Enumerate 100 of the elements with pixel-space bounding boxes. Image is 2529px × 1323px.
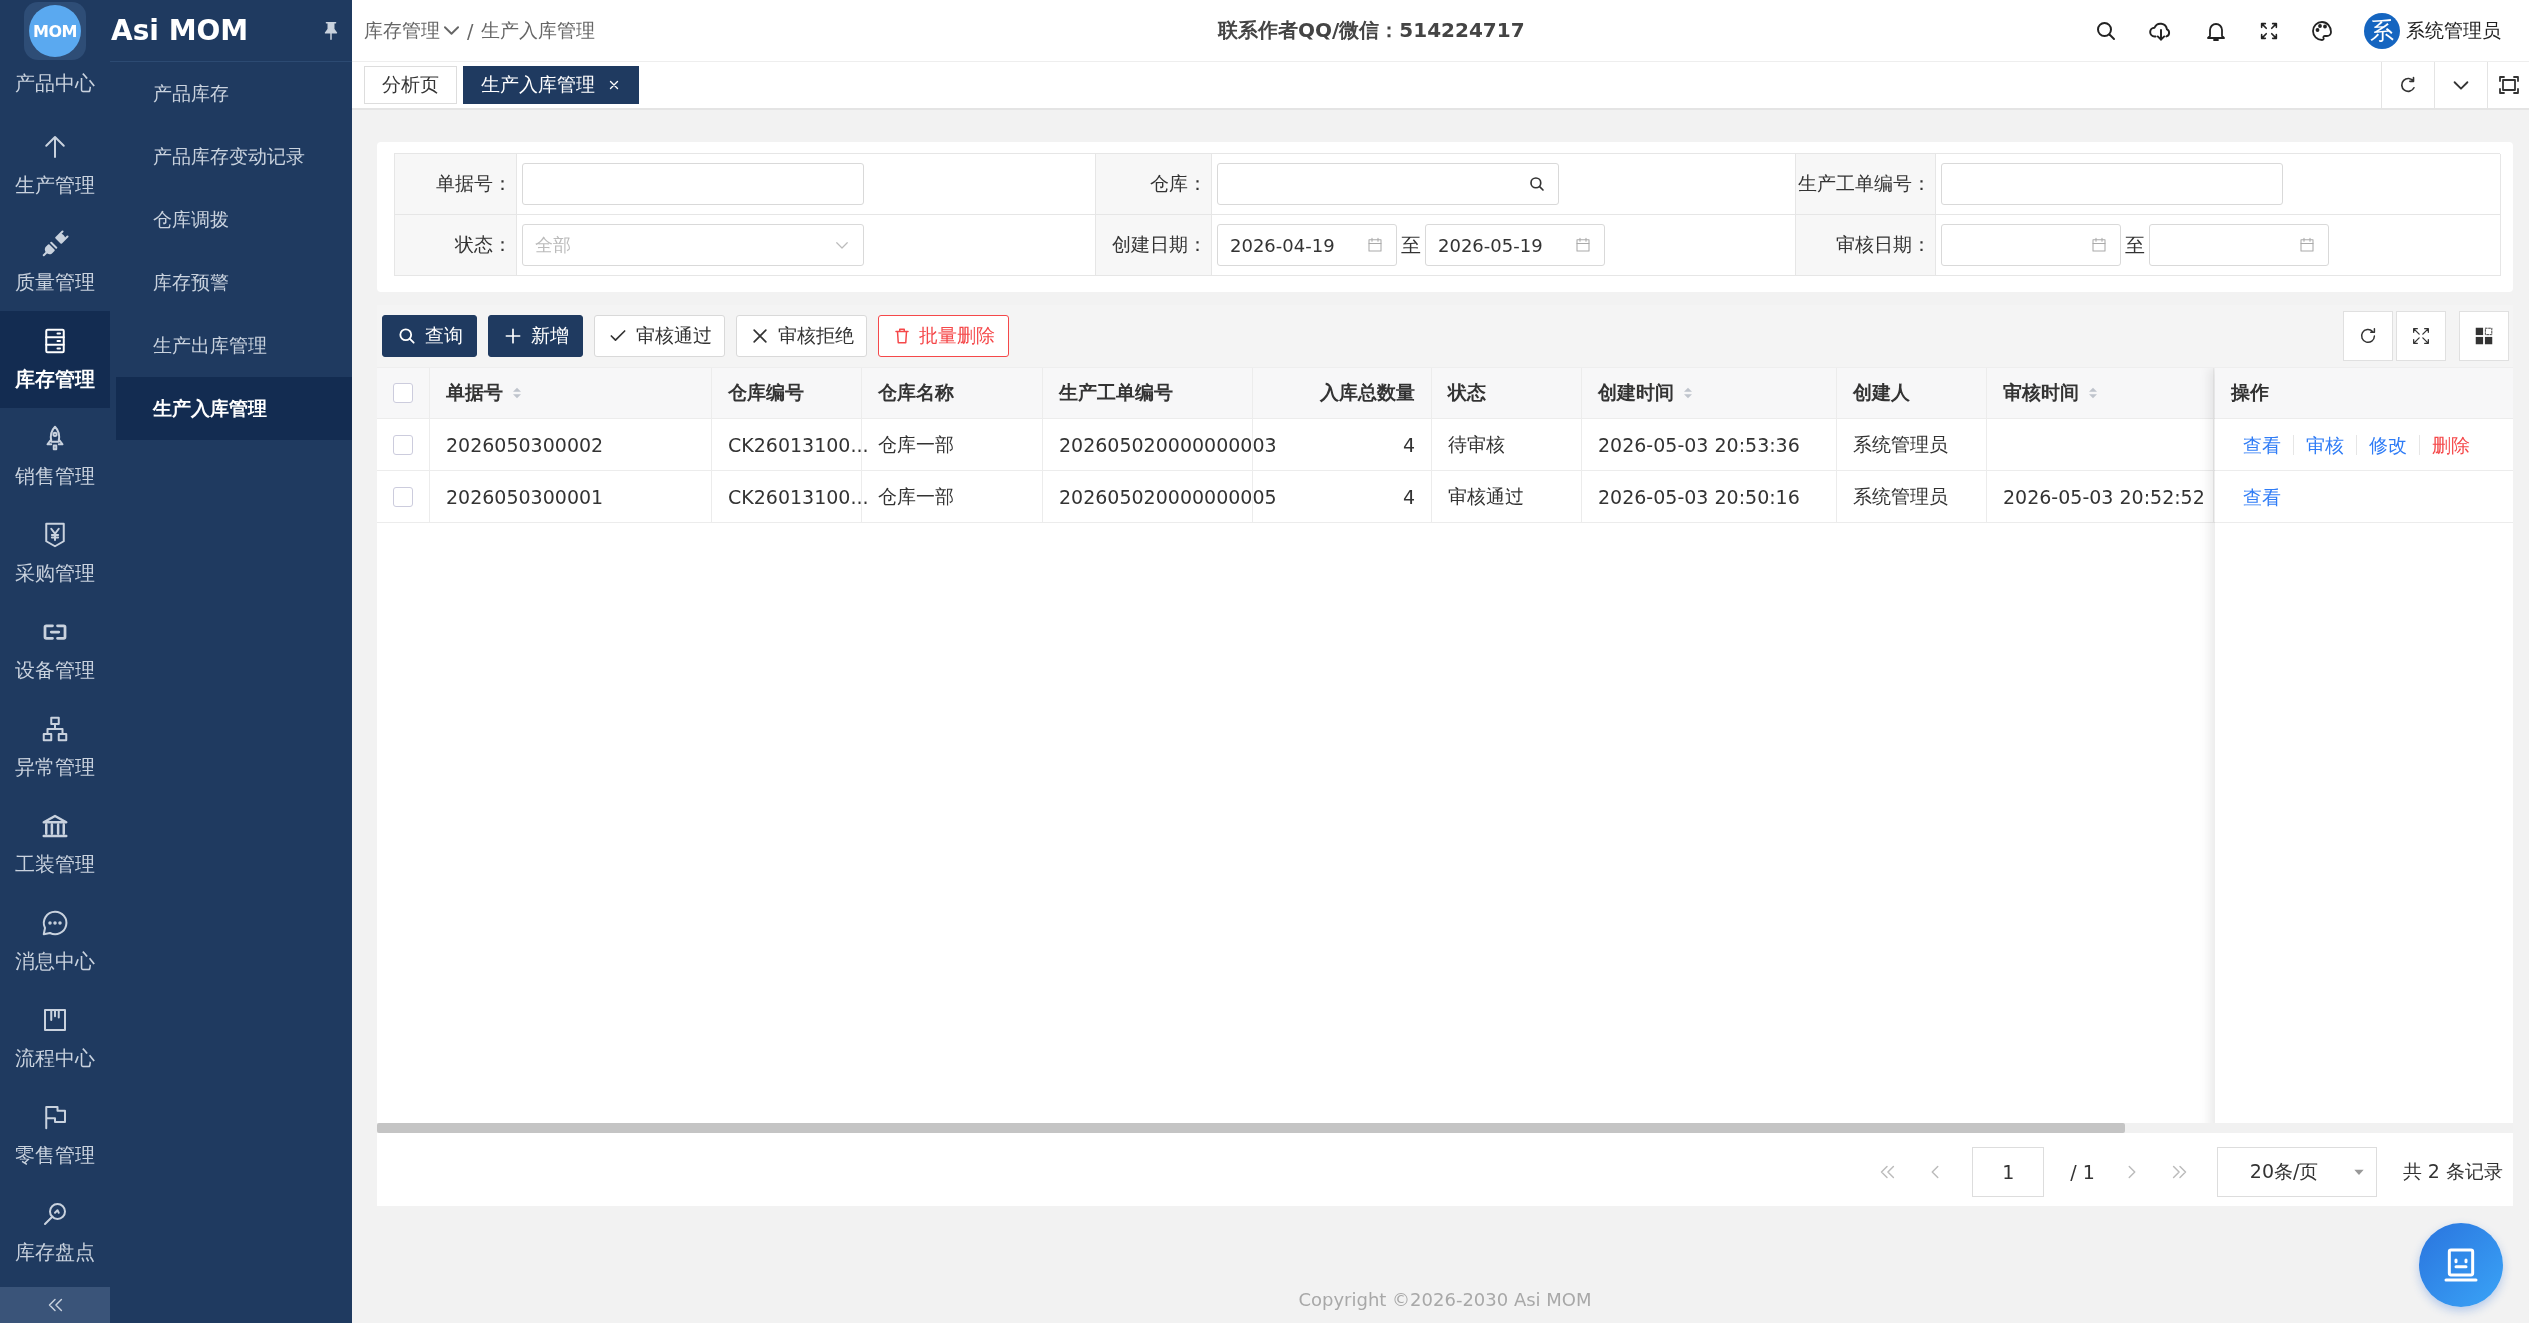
hierarchy-icon (40, 714, 70, 744)
page-tab[interactable]: 生产入库管理 (463, 66, 639, 104)
filter-label: 生产工单编号： (1796, 154, 1936, 215)
submenu-item[interactable]: 仓库调拨 (116, 188, 352, 251)
user-name[interactable]: 系统管理员 (2406, 17, 2501, 44)
app-name: Asi MOM (111, 14, 249, 47)
date-field[interactable] (1941, 224, 2121, 266)
rail-item[interactable]: 设备管理 (0, 602, 110, 699)
column-header[interactable]: 审核时间 (1987, 368, 2214, 418)
text-field[interactable] (522, 163, 864, 205)
column-header: 生产工单编号 (1043, 368, 1253, 418)
search-icon (396, 326, 417, 346)
action-button[interactable]: 审核通过 (594, 315, 725, 357)
action-button[interactable]: 新增 (488, 315, 583, 357)
rail-item[interactable]: 销售管理 (0, 408, 110, 505)
date-field[interactable] (2149, 224, 2329, 266)
table-cell: 202605020000000003 (1059, 433, 1277, 456)
column-header: 仓库编号 (712, 368, 862, 418)
column-header: 入库总数量 (1253, 368, 1432, 418)
column-header[interactable]: 创建时间 (1582, 368, 1837, 418)
table-cell: 2026-05-03 20:50:16 (1598, 485, 1800, 508)
plug-icon (40, 229, 70, 259)
row-action-link[interactable]: 查看 (2231, 434, 2294, 455)
rail-item[interactable]: 库存管理 (0, 311, 110, 408)
filter-label: 审核日期： (1796, 215, 1936, 276)
rail-item[interactable]: 消息中心 (0, 893, 110, 990)
column-header: 操作 (2231, 380, 2269, 405)
assistant-button[interactable] (2419, 1223, 2503, 1307)
rail-item[interactable]: 采购管理 (0, 505, 110, 602)
calendar-icon (1366, 236, 1384, 254)
submenu-item[interactable]: 生产出库管理 (116, 314, 352, 377)
submenu-item[interactable]: 产品库存变动记录 (116, 125, 352, 188)
row-action-link[interactable]: 审核 (2294, 434, 2357, 455)
search-icon (1528, 175, 1546, 193)
table-cell-text: 系统管理员 (1853, 431, 1948, 457)
trash-icon (892, 327, 911, 345)
action-button[interactable]: 查询 (382, 315, 477, 357)
submenu-item[interactable]: 生产入库管理 (116, 377, 352, 440)
rail-item[interactable]: 零售管理 (0, 1087, 110, 1184)
delete-link[interactable]: 删除 (2420, 434, 2482, 455)
text-field[interactable] (1941, 163, 2283, 205)
column-header: 创建人 (1837, 368, 1987, 418)
row-action-link[interactable]: 查看 (2231, 486, 2293, 507)
action-button[interactable]: 批量删除 (878, 315, 1009, 357)
rail-item[interactable]: 流程中心 (0, 990, 110, 1087)
table-cell-text: 审核通过 (1448, 483, 1524, 509)
row-checkbox[interactable] (393, 486, 413, 507)
rail-item[interactable]: 异常管理 (0, 699, 110, 796)
calendar-icon (2090, 236, 2108, 254)
palette-icon (2310, 18, 2334, 43)
table-cell-text: 仓库一部 (878, 483, 954, 509)
contact-info: 联系作者QQ/微信：514224717 (1218, 17, 1526, 44)
record-count: 共 2 条记录 (2402, 1159, 2503, 1184)
reload-button[interactable] (2343, 311, 2393, 361)
copyright: Copyright ©2026-2030 Asi MOM (1298, 1288, 1592, 1310)
filter-label: 仓库： (1096, 154, 1212, 215)
filter-label: 单据号： (395, 154, 517, 215)
rail-item[interactable]: 库存盘点 (0, 1184, 110, 1281)
rail-item[interactable]: 质量管理 (0, 214, 110, 311)
calendar-icon (1574, 236, 1592, 254)
grid-icon (2473, 325, 2495, 347)
rail-item[interactable]: 工装管理 (0, 796, 110, 893)
submenu-item[interactable]: 产品库存 (116, 62, 352, 125)
column-header[interactable]: 单据号 (430, 368, 712, 418)
date-field[interactable]: 2026-05-19 (1425, 224, 1605, 266)
action-button[interactable]: 审核拒绝 (736, 315, 867, 357)
columns-button[interactable] (2459, 311, 2509, 361)
table-cell: CK26013100... (728, 433, 869, 456)
breadcrumb-item[interactable]: 生产入库管理 (481, 17, 596, 44)
filter-label: 创建日期： (1096, 215, 1212, 276)
rail-item[interactable]: 生产管理 (0, 117, 110, 214)
table-cell: 4 (1402, 433, 1415, 456)
chat-icon (40, 908, 70, 938)
page-tab[interactable]: 分析页 (364, 66, 457, 104)
select-all-checkbox[interactable] (393, 383, 413, 403)
total-pages: / 1 (2070, 1161, 2095, 1183)
column-header: 状态 (1432, 368, 1582, 418)
page-size-select[interactable]: 20条/页 (2216, 1147, 2377, 1197)
collapse-button[interactable] (0, 1287, 110, 1323)
chevron-down-icon (444, 26, 459, 35)
breadcrumb-item[interactable]: 库存管理 (364, 17, 440, 44)
range-separator: 至 (2125, 231, 2145, 259)
user-avatar[interactable]: 系 (2364, 12, 2400, 49)
filter-label: 状态： (395, 215, 517, 276)
table-cell-text: 仓库一部 (878, 431, 954, 457)
close-icon (607, 78, 621, 92)
submenu-item[interactable]: 库存预警 (116, 251, 352, 314)
table-cell: 202605020000000005 (1059, 485, 1277, 508)
date-field[interactable]: 2026-04-19 (1217, 224, 1397, 266)
page-input[interactable]: 1 (1972, 1147, 2045, 1197)
horizontal-scrollbar[interactable] (377, 1123, 2125, 1133)
row-checkbox[interactable] (393, 434, 413, 455)
table-cell: 2026-05-03 20:52:52 (2003, 485, 2205, 508)
table-cell: 2026050300002 (446, 433, 604, 456)
breadcrumb-separator: / (467, 19, 474, 42)
column-header: 仓库名称 (862, 368, 1043, 418)
expand-button[interactable] (2396, 311, 2446, 361)
rail-item[interactable]: 产品中心 (0, 62, 110, 117)
search-field[interactable] (1217, 163, 1559, 205)
row-action-link[interactable]: 修改 (2357, 434, 2420, 455)
